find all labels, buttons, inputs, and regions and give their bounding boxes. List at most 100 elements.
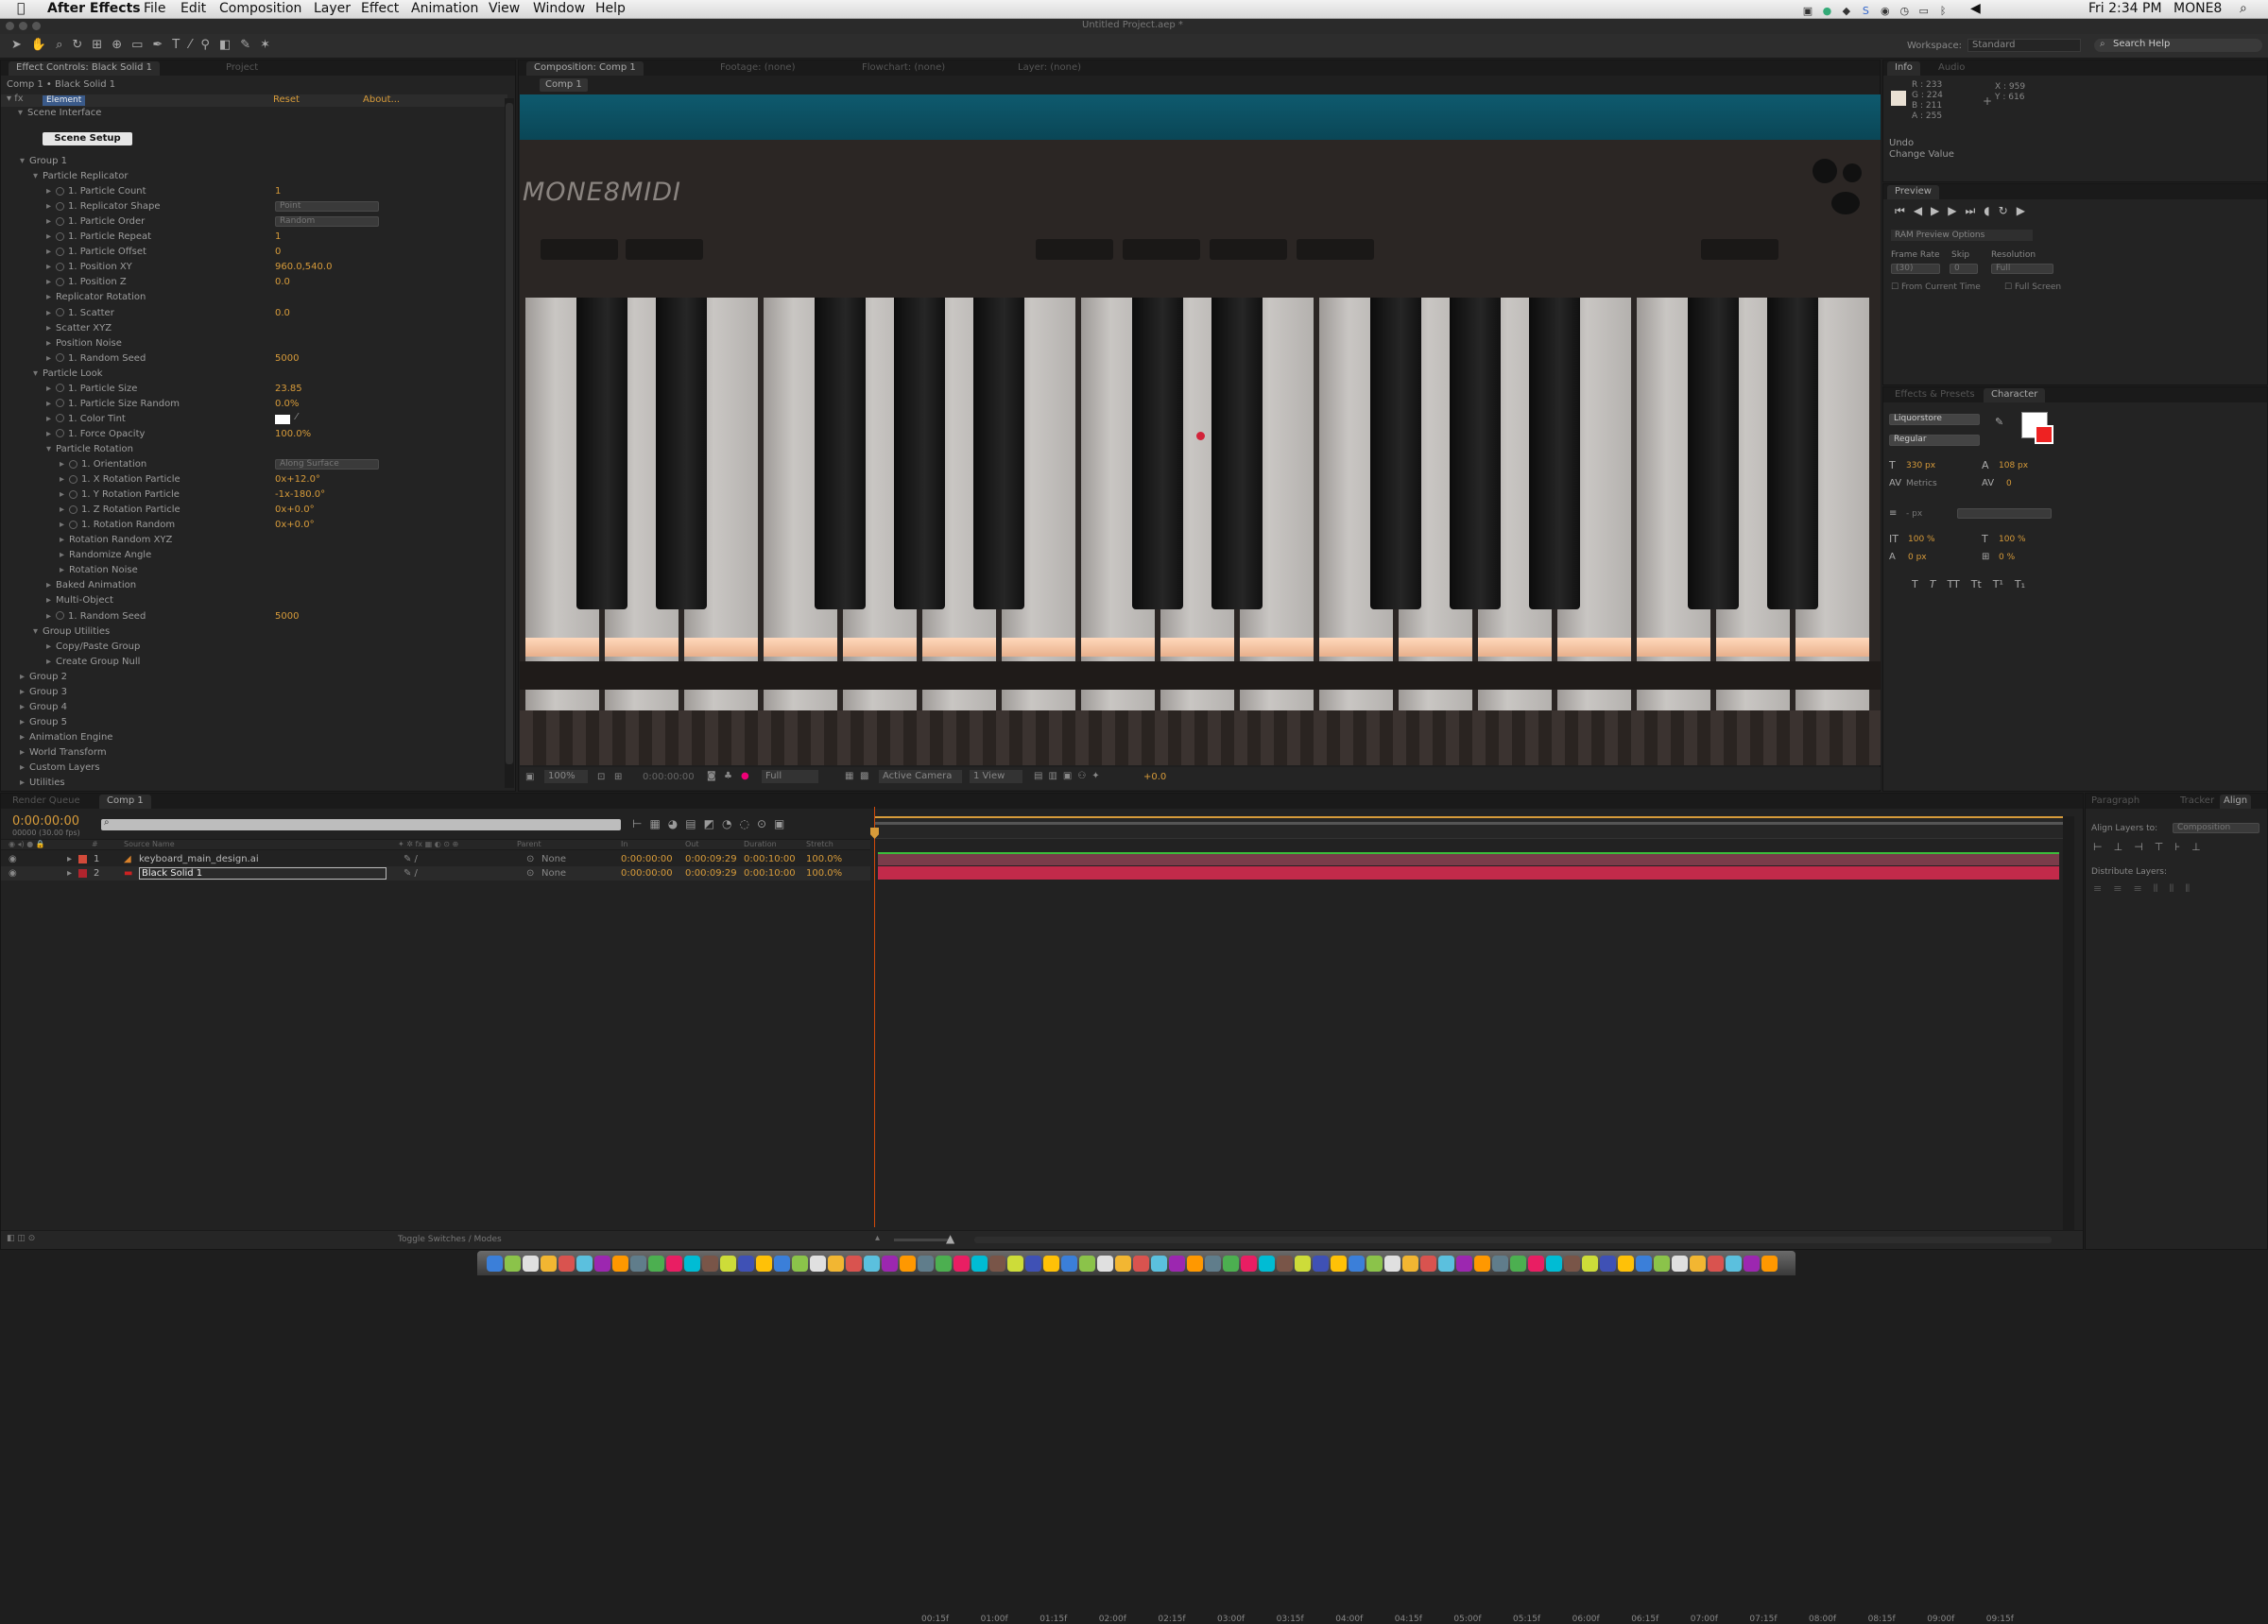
- comp-mini-flowchart-icon[interactable]: ⊢: [632, 817, 649, 830]
- disclosure-triangle-icon[interactable]: ▾: [46, 442, 56, 457]
- selection-tool-icon[interactable]: ➤: [11, 38, 31, 52]
- first-frame-icon[interactable]: ⏮: [1895, 204, 1914, 217]
- timeline-search-input[interactable]: ⌕: [101, 817, 621, 830]
- layer-expand-icon[interactable]: ▸: [67, 866, 72, 880]
- layer-in-point[interactable]: 0:00:00:00: [621, 852, 673, 866]
- effect-property-row[interactable]: ▸ 1. Force Opacity: [46, 427, 145, 442]
- graph-editor-icon[interactable]: ◔: [722, 817, 739, 830]
- distribute-right-icon[interactable]: ⦀: [2185, 882, 2201, 895]
- brush-tool-icon[interactable]: ⁄: [189, 38, 200, 52]
- effect-property-row[interactable]: ▸ 1. Z Rotation Particle: [60, 503, 180, 518]
- screen-icon[interactable]: ▣: [1800, 5, 1815, 17]
- dock-app-icon[interactable]: [612, 1256, 628, 1272]
- timeline-vertical-scrollbar[interactable]: [2063, 816, 2074, 1232]
- property-value[interactable]: 23.85: [275, 382, 302, 397]
- dock-app-icon[interactable]: [720, 1256, 736, 1272]
- ram-preview-options[interactable]: RAM Preview Options: [1891, 230, 2033, 241]
- always-preview-icon[interactable]: ▣: [525, 772, 534, 782]
- effect-property-row[interactable]: ▸ Position Noise: [46, 336, 122, 351]
- dock-app-icon[interactable]: [1223, 1256, 1239, 1272]
- stopwatch-icon[interactable]: [69, 504, 77, 514]
- effect-property-row[interactable]: ▸ 1. Random Seed: [46, 351, 146, 367]
- effect-property-row[interactable]: ▾ Group 1: [20, 154, 67, 169]
- comp-mini-tab[interactable]: Comp 1: [540, 78, 588, 92]
- stopwatch-icon[interactable]: [56, 247, 64, 256]
- disclosure-triangle-icon[interactable]: ▾: [33, 624, 43, 640]
- stopwatch-icon[interactable]: [69, 520, 77, 529]
- stopwatch-icon[interactable]: [69, 459, 77, 469]
- dock-app-icon[interactable]: [954, 1256, 970, 1272]
- align-hcenter-icon[interactable]: ⊥: [2114, 841, 2135, 853]
- visibility-icon[interactable]: ◉: [9, 866, 17, 880]
- play-icon[interactable]: ▶: [1931, 204, 1948, 217]
- last-frame-icon[interactable]: ⏭: [1966, 204, 1984, 217]
- dock-app-icon[interactable]: [1420, 1256, 1436, 1272]
- color-tint-swatch[interactable]: [275, 414, 290, 424]
- time-ruler[interactable]: [874, 816, 2065, 839]
- property-value[interactable]: 100.0%: [275, 427, 311, 442]
- effect-property-row[interactable]: ▸ Custom Layers: [20, 761, 100, 776]
- next-frame-icon[interactable]: ▶: [1948, 204, 1965, 217]
- dock-app-icon[interactable]: [900, 1256, 916, 1272]
- exposure-value[interactable]: +0.0: [1143, 772, 1166, 782]
- spotlight-icon[interactable]: ⌕: [2240, 1, 2247, 16]
- property-value[interactable]: 0.0: [275, 306, 290, 321]
- dock-app-icon[interactable]: [1672, 1256, 1688, 1272]
- disclosure-triangle-icon[interactable]: ▸: [20, 745, 29, 761]
- view-layout-dropdown[interactable]: 1 View: [970, 770, 1022, 783]
- dock-app-icon[interactable]: [505, 1256, 521, 1272]
- auto-keyframe-icon[interactable]: ⊙: [757, 817, 774, 830]
- layer-stretch[interactable]: 100.0%: [806, 852, 842, 866]
- effect-property-row[interactable]: ▸ 1. Particle Order: [46, 214, 145, 230]
- safe-zones-icon[interactable]: ⊡: [597, 772, 605, 782]
- dock-app-icon[interactable]: [828, 1256, 844, 1272]
- property-dropdown[interactable]: Point: [275, 201, 379, 213]
- effect-name[interactable]: Element: [43, 95, 86, 106]
- zoom-dropdown[interactable]: 100%: [544, 770, 588, 783]
- superscript-button[interactable]: T¹: [1993, 578, 2003, 590]
- shy-layers-icon[interactable]: ◕: [668, 817, 685, 830]
- disclosure-triangle-icon[interactable]: ▸: [20, 730, 29, 745]
- property-value[interactable]: 0: [275, 245, 281, 260]
- frame-blend-icon[interactable]: ▤: [685, 817, 703, 830]
- camera-dropdown[interactable]: Active Camera: [879, 770, 962, 783]
- zoom-out-icon[interactable]: ▴: [875, 1233, 880, 1243]
- menu-file[interactable]: File: [144, 1, 165, 16]
- disclosure-triangle-icon[interactable]: ▸: [46, 336, 56, 351]
- app-menu[interactable]: After Effects: [47, 1, 141, 16]
- disclosure-triangle-icon[interactable]: ▸: [20, 670, 29, 685]
- disclosure-triangle-icon[interactable]: ▸: [60, 518, 69, 533]
- hand-tool-icon[interactable]: ✋: [31, 38, 56, 52]
- menubar-user[interactable]: MONE8: [2174, 1, 2222, 16]
- close-window-button[interactable]: [6, 22, 14, 30]
- property-dropdown[interactable]: Random: [275, 216, 379, 228]
- effect-property-row[interactable]: ▾ Particle Replicator: [33, 169, 128, 184]
- dock-app-icon[interactable]: [666, 1256, 682, 1272]
- zoom-window-button[interactable]: [32, 22, 41, 30]
- menu-animation[interactable]: Animation: [411, 1, 478, 16]
- dock-app-icon[interactable]: [1761, 1256, 1778, 1272]
- effect-property-row[interactable]: ▸ 1. Particle Size: [46, 382, 137, 397]
- dock-app-icon[interactable]: [1007, 1256, 1023, 1272]
- dock-app-icon[interactable]: [810, 1256, 826, 1272]
- dock-app-icon[interactable]: [702, 1256, 718, 1272]
- effect-property-row[interactable]: ▸ 1. Scatter: [46, 306, 114, 321]
- disclosure-triangle-icon[interactable]: ▸: [20, 700, 29, 715]
- stopwatch-icon[interactable]: [56, 186, 64, 196]
- faux-bold-button[interactable]: T: [1912, 578, 1918, 590]
- stopwatch-icon[interactable]: [69, 474, 77, 484]
- transparency-grid-icon[interactable]: ▩: [860, 771, 868, 781]
- dock-app-icon[interactable]: [1241, 1256, 1257, 1272]
- effect-controls-scrollbar[interactable]: [505, 98, 514, 788]
- effect-property-row[interactable]: ▸ 1. Y Rotation Particle: [60, 487, 180, 503]
- dock-app-icon[interactable]: [1151, 1256, 1167, 1272]
- effect-property-row[interactable]: ▸ 1. Random Seed: [46, 609, 146, 624]
- stroke-color-swatch[interactable]: [2035, 425, 2053, 444]
- stopwatch-icon[interactable]: [56, 231, 64, 241]
- dock-app-icon[interactable]: [1546, 1256, 1562, 1272]
- illustrator-file-icon[interactable]: ◢: [124, 852, 131, 866]
- dock-app-icon[interactable]: [1277, 1256, 1293, 1272]
- kerning-value[interactable]: Metrics: [1906, 479, 1937, 488]
- dock-app-icon[interactable]: [1474, 1256, 1490, 1272]
- font-family-dropdown[interactable]: Liquorstore: [1889, 414, 1980, 425]
